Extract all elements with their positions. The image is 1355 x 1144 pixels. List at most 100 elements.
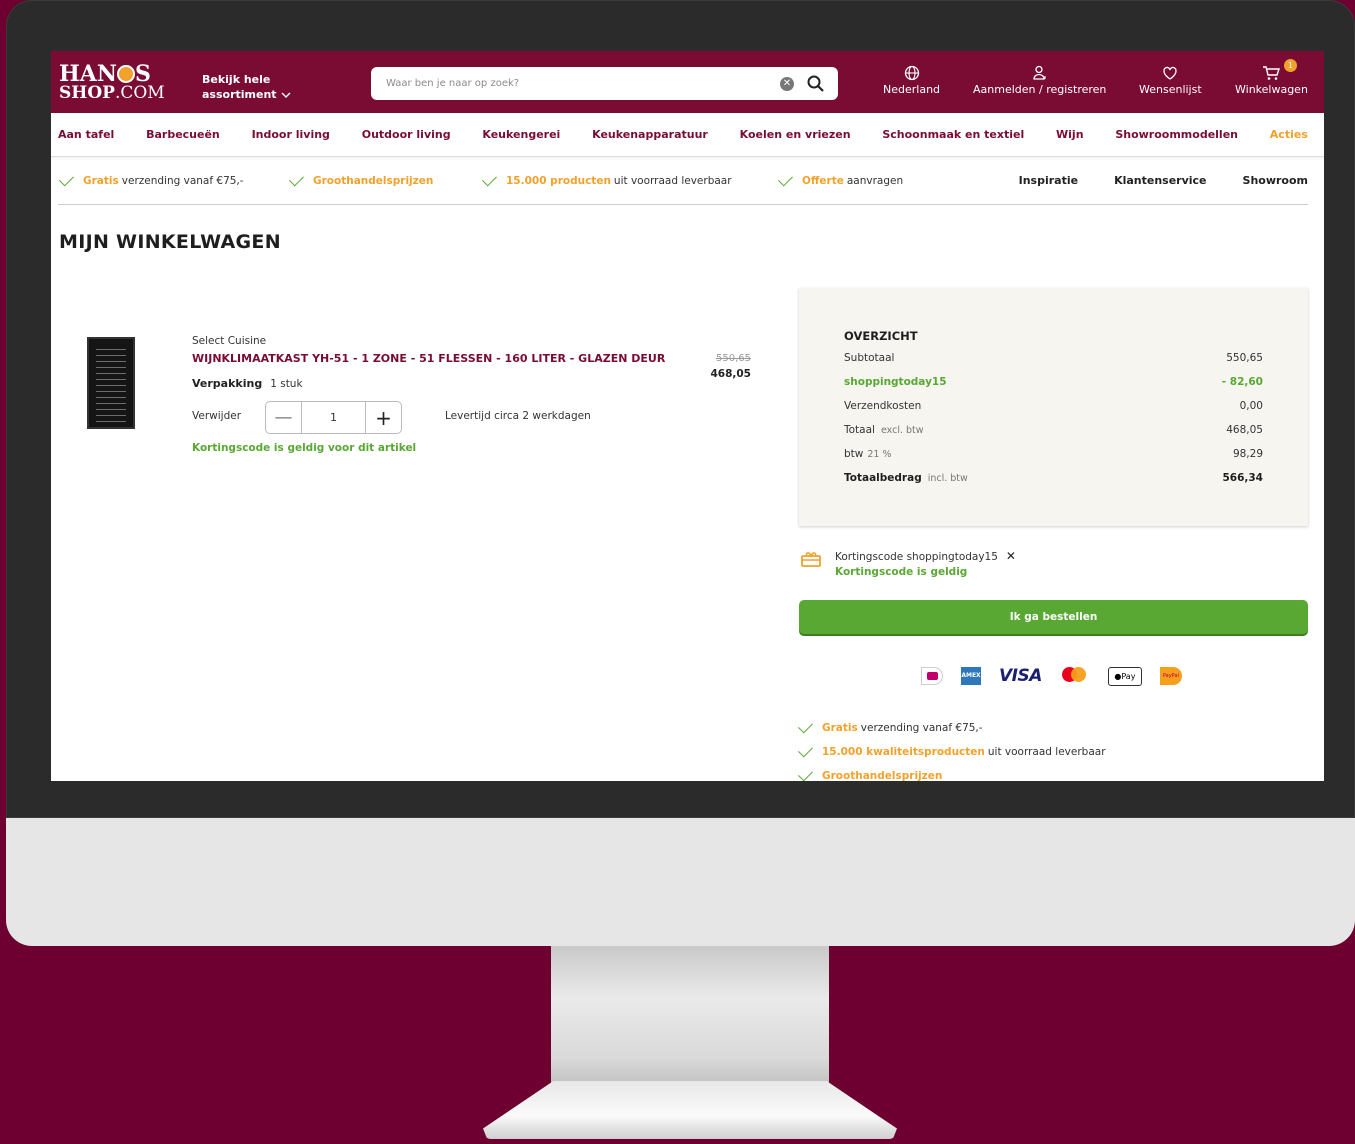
subtotal-value: 550,65: [1226, 352, 1263, 364]
old-price: 550,65: [716, 353, 751, 364]
usp-bottom-list: Gratis verzending vanaf €75,- 15.000 kwal…: [798, 716, 1106, 781]
grand-total-note: incl. btw: [927, 473, 968, 484]
cart-label: Winkelwagen: [1235, 83, 1308, 96]
coupon-status: Kortingscode is geldig: [835, 566, 968, 578]
visa-icon: VISA: [999, 666, 1042, 686]
cart-link[interactable]: 1 Winkelwagen: [1235, 59, 1308, 96]
summary-vat-row: btw 21 % 98,29: [844, 442, 1263, 466]
site-logo[interactable]: HAN S SHOP.COM: [59, 63, 165, 102]
product-brand: Select Cuisine: [192, 335, 267, 347]
user-icon: [1033, 65, 1046, 80]
category-keukenapparatuur[interactable]: Keukenapparatuur: [592, 128, 708, 141]
assortment-line1: Bekijk hele: [202, 73, 271, 86]
login-link[interactable]: Aanmelden / registreren: [973, 65, 1106, 96]
applied-coupon: Kortingscode shoppingtoday15 ✕ Kortingsco…: [801, 549, 1016, 578]
search-input[interactable]: [386, 78, 780, 89]
grand-total-label: Totaalbedrag: [844, 472, 922, 484]
logo-dotcom: .COM: [114, 83, 165, 103]
check-icon: [798, 766, 813, 781]
remove-link[interactable]: Verwijder: [192, 410, 241, 422]
ideal-icon: [921, 667, 943, 685]
packaging-label: Verpakking: [192, 377, 263, 390]
usp-item: Offerte aanvragen: [778, 171, 904, 187]
packaging-info: Verpakking 1 stuk: [192, 377, 303, 390]
cart-count-badge: 1: [1283, 59, 1297, 72]
product-title-link[interactable]: WIJNKLIMAATKAST YH-51 - 1 ZONE - 51 FLES…: [192, 352, 665, 365]
discount-value: - 82,60: [1221, 376, 1263, 388]
category-acties[interactable]: Acties: [1270, 128, 1308, 141]
category-indoor-living[interactable]: Indoor living: [252, 128, 330, 141]
link-klantenservice[interactable]: Klantenservice: [1114, 174, 1206, 187]
usp-item: Groothandelsprijzen: [289, 171, 436, 187]
usp-bottom-item: Gratis verzending vanaf €75,-: [798, 716, 1106, 740]
assortment-line2: assortiment: [202, 88, 277, 101]
cart-icon: [1263, 66, 1281, 80]
category-keukengerei[interactable]: Keukengerei: [482, 128, 560, 141]
shipping-label: Verzendkosten: [844, 400, 922, 412]
logo-shop: SHOP: [59, 83, 115, 103]
usp-bottom-text: verzending vanaf €75,-: [860, 722, 983, 734]
category-barbecueen[interactable]: Barbecueën: [146, 128, 220, 141]
coupon-code-text: Kortingscode shoppingtoday15: [835, 551, 998, 563]
vat-rate: 21 %: [867, 449, 892, 460]
link-showroom[interactable]: Showroom: [1243, 174, 1308, 187]
country-label: Nederland: [883, 83, 941, 96]
product-image[interactable]: [87, 337, 135, 429]
gift-icon: [801, 551, 821, 567]
apple-pay-icon: ● Pay: [1107, 666, 1142, 686]
usp-bottom-highlight: 15.000 kwaliteitsproducten: [822, 746, 985, 758]
search-icon[interactable]: [806, 74, 826, 94]
mastercard-icon: [1060, 666, 1090, 686]
search-bar: ✕: [371, 67, 838, 100]
apple-glyph: ●: [1114, 671, 1122, 681]
discount-label: shoppingtoday15: [844, 376, 947, 388]
usp-bottom-highlight: Groothandelsprijzen: [822, 770, 943, 781]
payment-methods: AMEX VISA ● Pay PayPal: [921, 666, 1182, 686]
monitor-stand: [483, 946, 897, 1144]
increase-quantity-button[interactable]: +: [365, 402, 401, 433]
apple-pay-text: Pay: [1121, 671, 1136, 681]
site-header: HANS SHOP.COM Bekijk hele assortiment ✕ …: [51, 51, 1324, 113]
wishlist-label: Wensenlijst: [1139, 83, 1202, 96]
login-label: Aanmelden / registreren: [973, 83, 1107, 96]
assortment-menu-button[interactable]: Bekijk hele assortiment: [202, 72, 291, 102]
category-aan-tafel[interactable]: Aan tafel: [58, 128, 114, 141]
usp-highlight: Groothandelsprijzen: [313, 174, 434, 187]
summary-grand-total-row: Totaalbedrag incl. btw 566,34: [844, 466, 1263, 490]
checkout-button[interactable]: Ik ga bestellen: [799, 600, 1308, 634]
usp-bottom-text: uit voorraad leverbaar: [987, 746, 1106, 758]
check-icon: [778, 171, 793, 186]
remove-coupon-icon[interactable]: ✕: [1006, 549, 1016, 563]
total-note: excl. btw: [880, 425, 924, 436]
service-links: Inspiratie Klantenservice Showroom: [1019, 174, 1308, 187]
wine-cabinet-shelves: [96, 344, 126, 422]
category-schoonmaak-en-textiel[interactable]: Schoonmaak en textiel: [882, 128, 1024, 141]
globe-logo-icon: [116, 65, 135, 83]
quantity-value[interactable]: 1: [302, 402, 365, 433]
check-icon: [59, 171, 74, 186]
usp-bottom-highlight: Gratis: [822, 722, 858, 734]
category-outdoor-living[interactable]: Outdoor living: [362, 128, 451, 141]
category-wijn[interactable]: Wijn: [1056, 128, 1084, 141]
usp-text: aanvragen: [846, 174, 904, 187]
usp-bar: Gratis verzending vanaf €75,- Groothandel…: [58, 157, 1308, 205]
clear-search-icon[interactable]: ✕: [780, 76, 794, 91]
new-price: 468,05: [710, 368, 751, 380]
check-icon: [289, 171, 304, 186]
product-coupon-valid: Kortingscode is geldig voor dit artikel: [192, 442, 417, 454]
amex-icon: AMEX: [961, 667, 981, 685]
usp-highlight: Offerte: [802, 174, 844, 187]
quantity-stepper: — 1 +: [265, 401, 402, 434]
link-inspiratie[interactable]: Inspiratie: [1019, 174, 1078, 187]
decrease-quantity-button[interactable]: —: [266, 402, 302, 433]
category-showroommodellen[interactable]: Showroommodellen: [1115, 128, 1238, 141]
usp-text: uit voorraad leverbaar: [613, 174, 732, 187]
country-selector[interactable]: Nederland: [883, 65, 940, 96]
summary-shipping-row: Verzendkosten 0,00: [844, 394, 1263, 418]
globe-icon: [904, 65, 919, 81]
wishlist-link[interactable]: Wensenlijst: [1139, 65, 1202, 96]
vat-value: 98,29: [1232, 448, 1263, 460]
check-icon: [798, 718, 813, 734]
category-koelen-en-vriezen[interactable]: Koelen en vriezen: [740, 128, 851, 141]
usp-bottom-item: 15.000 kwaliteitsproducten uit voorraad l…: [798, 740, 1106, 764]
